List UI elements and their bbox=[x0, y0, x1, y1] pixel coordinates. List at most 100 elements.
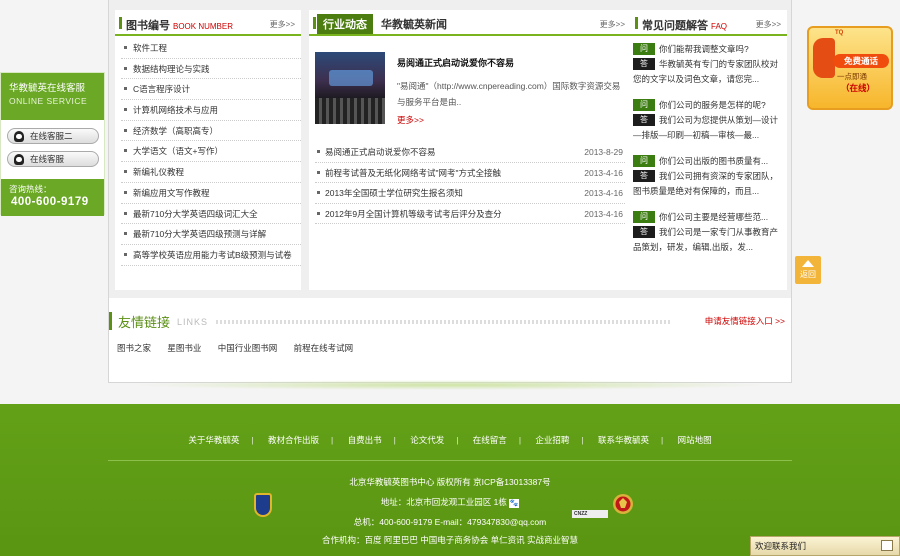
content-frame: 图书编号 BOOK NUMBER 更多>> 软件工程 数据结构理论与实践 C语言程… bbox=[108, 0, 792, 383]
cnzz-stats-icon[interactable]: CNZZ bbox=[572, 510, 608, 518]
friend-link[interactable]: 星图书业 bbox=[167, 343, 201, 353]
news-title[interactable]: 2013年全国硕士学位研究生报名须知 bbox=[325, 188, 463, 198]
free-call-line1: 一点即通 bbox=[837, 72, 867, 81]
back-to-top-label: 返回 bbox=[800, 270, 816, 279]
books-more-link[interactable]: 更多>> bbox=[270, 19, 295, 30]
news-title[interactable]: 前程考试普及无纸化网络考试"网考"方式全接触 bbox=[325, 168, 501, 178]
qq-service-button-2[interactable]: 在线客服二 bbox=[7, 128, 99, 144]
book-item[interactable]: 新编应用文写作教程 bbox=[121, 183, 301, 204]
hotline-number: 400-600-9179 bbox=[11, 196, 89, 208]
friend-link[interactable]: 中国行业图书网 bbox=[218, 343, 278, 353]
answer-tag: 答 bbox=[633, 58, 655, 70]
featured-news-more[interactable]: 更多>> bbox=[397, 114, 424, 126]
faq-panel: 常见问题解答 FAQ 更多>> 问你们能帮我调整文章吗? 答华教毓英有专门的专家团… bbox=[631, 10, 787, 290]
faq-question-text[interactable]: 你们能帮我调整文章吗? bbox=[659, 44, 749, 54]
news-item[interactable]: 2013年全国硕士学位研究生报名须知 2013-4-16 bbox=[315, 183, 625, 204]
news-title[interactable]: 易阅通正式启动说爱你不容易 bbox=[325, 147, 436, 157]
footer-separator: | bbox=[661, 435, 664, 445]
footer-link-jobs[interactable]: 企业招聘 bbox=[535, 435, 569, 445]
news-date: 2013-4-16 bbox=[584, 167, 623, 178]
featured-news: 易阅通正式启动说爱你不容易 "易阅通"（http://www.cnpereadi… bbox=[315, 50, 625, 128]
featured-news-image[interactable] bbox=[315, 52, 385, 124]
news-panel: 行业动态 华教毓英新闻 更多>> 易阅通正式启动说爱你不容易 "易阅通"（http… bbox=[309, 10, 631, 290]
faq-item: 问你们公司主要是经营哪些范... 答我们公司是一家专门从事教育产 品策划，研发，… bbox=[633, 210, 787, 255]
online-service-header: 华教毓英在线客服 ONLINE SERVICE bbox=[1, 73, 104, 120]
hotline-box: 咨询热线： 400-600-9179 bbox=[1, 179, 104, 216]
footer-copyright: 北京华教毓英图书中心 版权所有 京ICP备13013387号 bbox=[349, 477, 551, 487]
faq-question-text[interactable]: 你们公司主要是经营哪些范... bbox=[659, 212, 768, 222]
faq-question-text[interactable]: 你们公司出版的图书质量有... bbox=[659, 156, 768, 166]
footer-link-about[interactable]: 关于华教毓英 bbox=[188, 435, 239, 445]
friend-link[interactable]: 图书之家 bbox=[117, 343, 151, 353]
books-panel-header: 图书编号 BOOK NUMBER 更多>> bbox=[115, 10, 301, 36]
online-service-title-en: ONLINE SERVICE bbox=[9, 96, 88, 106]
tab-industry-news[interactable]: 行业动态 bbox=[317, 14, 373, 34]
maximize-icon[interactable] bbox=[881, 540, 893, 551]
chat-bar-label: 欢迎联系我们 bbox=[755, 541, 807, 551]
header-bar bbox=[119, 17, 122, 29]
book-item[interactable]: 高等学校英语应用能力考试B级预测与试卷 bbox=[121, 245, 301, 266]
friend-links-title-en: LINKS bbox=[177, 317, 209, 327]
footer-separator: | bbox=[581, 435, 584, 445]
shield-badge-icon[interactable] bbox=[612, 492, 634, 516]
featured-news-title[interactable]: 易阅通正式启动说爱你不容易 bbox=[397, 56, 514, 69]
chat-bar[interactable]: 欢迎联系我们 bbox=[750, 536, 900, 556]
footer-link-sitemap[interactable]: 网站地图 bbox=[678, 435, 712, 445]
online-service-panel: 华教毓英在线客服 ONLINE SERVICE 在线客服二 在线客服 咨询热线：… bbox=[0, 72, 105, 216]
footer-link-message[interactable]: 在线留言 bbox=[473, 435, 507, 445]
faq-question-text[interactable]: 你们公司的服务是怎样的呢? bbox=[659, 100, 766, 110]
free-call-button[interactable]: 免费通话 bbox=[833, 54, 889, 68]
faq-item: 问你们公司的服务是怎样的呢? 答我们公司为您提供从策划—设计 —排版—印刷—初稿… bbox=[633, 98, 787, 143]
back-to-top-button[interactable]: 返回 bbox=[795, 256, 821, 284]
footer-divider bbox=[108, 460, 792, 461]
police-badge-icon[interactable] bbox=[254, 493, 272, 517]
faq-title: 常见问题解答 FAQ bbox=[642, 17, 727, 33]
books-title-text: 图书编号 bbox=[126, 20, 170, 32]
book-item[interactable]: C语言程序设计 bbox=[121, 79, 301, 101]
free-call-widget[interactable]: TQ 免费通话 一点即通 （在线） bbox=[807, 26, 893, 110]
qq-service-button-1[interactable]: 在线客服 bbox=[7, 151, 99, 167]
friend-link[interactable]: 前程在线考试网 bbox=[294, 343, 354, 353]
news-more-link[interactable]: 更多>> bbox=[600, 19, 625, 30]
faq-answer-line1: 答我们公司是一家专门从事教育产 bbox=[633, 225, 787, 240]
footer-link-textbook[interactable]: 教材合作出版 bbox=[268, 435, 319, 445]
header-bar bbox=[635, 17, 638, 29]
news-title[interactable]: 2012年9月全国计算机等级考试考后评分及查分 bbox=[325, 209, 502, 219]
tab-company-news[interactable]: 华教毓英新闻 bbox=[381, 16, 447, 32]
apply-friend-link[interactable]: 申请友情链接入口 >> bbox=[705, 315, 785, 327]
qq-service-label: 在线客服二 bbox=[30, 131, 73, 141]
footer-link-contact[interactable]: 联系华教毓英 bbox=[598, 435, 649, 445]
faq-answer-text: 华教毓英有专门的专家团队校对 bbox=[659, 59, 779, 69]
faq-question[interactable]: 问你们公司的服务是怎样的呢? bbox=[633, 98, 787, 113]
online-service-title: 华教毓英在线客服 bbox=[9, 83, 86, 94]
book-item[interactable]: 最新710分大学英语四级预测与详解 bbox=[121, 224, 301, 245]
book-item[interactable]: 计算机网络技术与应用 bbox=[121, 100, 301, 121]
book-item[interactable]: 软件工程 bbox=[121, 38, 301, 59]
qq-icon bbox=[14, 131, 24, 142]
book-item[interactable]: 最新710分大学英语四级词汇大全 bbox=[121, 204, 301, 225]
book-item[interactable]: 大学语文（语文+写作） bbox=[121, 141, 301, 163]
book-item[interactable]: 经济数学（高职高专） bbox=[121, 121, 301, 142]
friend-links-section: 友情链接 LINKS 申请友情链接入口 >> 图书之家 星图书业 中国行业图书网… bbox=[109, 312, 791, 378]
footer-separator: | bbox=[251, 435, 254, 445]
faq-more-link[interactable]: 更多>> bbox=[756, 19, 781, 30]
footer-link-selfpublish[interactable]: 自费出书 bbox=[348, 435, 382, 445]
book-item[interactable]: 新编礼仪教程 bbox=[121, 162, 301, 183]
header-bar bbox=[313, 17, 316, 29]
news-item[interactable]: 易阅通正式启动说爱你不容易 2013-8-29 bbox=[315, 142, 625, 163]
phone-handset-icon bbox=[813, 38, 835, 78]
faq-answer-line2: —排版—印刷—初稿—审核—最... bbox=[633, 130, 760, 140]
footer-separator: | bbox=[518, 435, 522, 445]
news-date: 2013-4-16 bbox=[584, 188, 623, 198]
book-item[interactable]: 数据结构理论与实践 bbox=[121, 59, 301, 80]
news-tabs: 行业动态 华教毓英新闻 bbox=[317, 14, 447, 34]
tq-logo: TQ bbox=[835, 30, 844, 36]
faq-question[interactable]: 问你们公司主要是经营哪些范... bbox=[633, 210, 787, 225]
news-item[interactable]: 2012年9月全国计算机等级考试考后评分及查分 2013-4-16 bbox=[315, 204, 625, 224]
footer-link-paper[interactable]: 论文代发 bbox=[410, 435, 444, 445]
answer-tag: 答 bbox=[633, 226, 655, 238]
news-item[interactable]: 前程考试普及无纸化网络考试"网考"方式全接触 2013-4-16 bbox=[315, 163, 625, 183]
books-list: 软件工程 数据结构理论与实践 C语言程序设计 计算机网络技术与应用 经济数学（高… bbox=[115, 36, 301, 266]
faq-question[interactable]: 问你们能帮我调整文章吗? bbox=[633, 42, 787, 57]
faq-question[interactable]: 问你们公司出版的图书质量有... bbox=[633, 154, 787, 169]
